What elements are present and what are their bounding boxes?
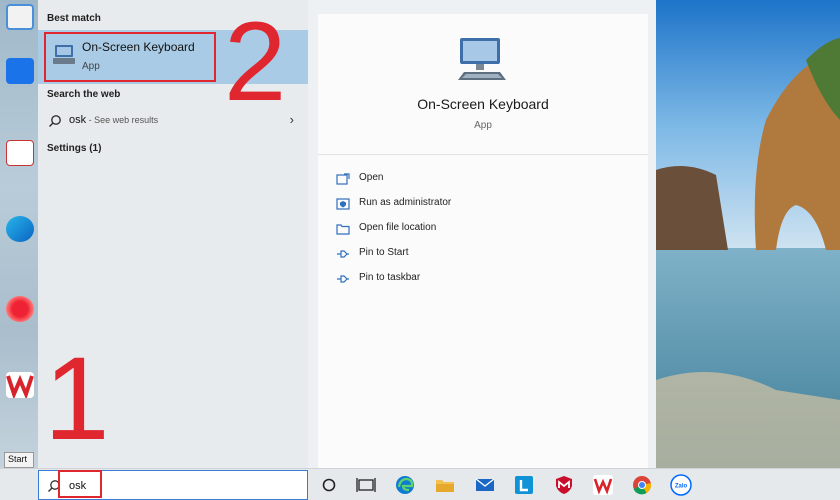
desktop-icon-teamviewer[interactable]: [6, 58, 34, 84]
mail-icon[interactable]: [474, 474, 496, 496]
pin-icon: [336, 247, 350, 259]
settings-heading[interactable]: Settings (1): [47, 143, 101, 154]
unikey-icon: [6, 140, 34, 166]
task-view-icon[interactable]: [355, 474, 377, 496]
action-pin-to-taskbar[interactable]: Pin to taskbar: [336, 270, 536, 290]
shield-icon: [336, 197, 350, 210]
taskbar: Zalo: [0, 468, 840, 500]
action-open-label: Open: [359, 172, 384, 183]
open-icon: [336, 172, 350, 185]
zalo-icon-label: Zalo: [675, 484, 688, 490]
best-match-highlight-box: [44, 32, 216, 82]
step-2-label: 2: [224, 0, 287, 124]
action-pin-to-start[interactable]: Pin to Start: [336, 245, 536, 265]
action-open-file-location[interactable]: Open file location: [336, 220, 536, 240]
cortana-icon[interactable]: [318, 474, 340, 496]
on-screen-keyboard-large-icon: [456, 36, 508, 82]
detail-subtitle: App: [474, 120, 492, 131]
search-icon: [48, 114, 62, 128]
best-match-heading: Best match: [47, 13, 101, 24]
desktop-wallpaper: [656, 0, 840, 468]
desktop-icon-unikey[interactable]: [6, 140, 34, 166]
lync-icon[interactable]: [513, 474, 535, 496]
detail-title: On-Screen Keyboard: [417, 96, 549, 112]
wps-icon[interactable]: [592, 474, 614, 496]
action-pin-to-taskbar-label: Pin to taskbar: [359, 272, 421, 283]
desktop-icon-ccleaner[interactable]: [6, 296, 34, 322]
web-result-query: osk: [69, 114, 87, 126]
chrome-shortcut-icon: [6, 4, 34, 30]
action-run-as-administrator[interactable]: Run as administrator: [336, 195, 536, 215]
ccleaner-icon: [6, 296, 34, 322]
zalo-icon[interactable]: Zalo: [670, 474, 692, 496]
chrome-icon[interactable]: [631, 474, 653, 496]
action-run-admin-label: Run as administrator: [359, 197, 452, 208]
mcafee-icon[interactable]: [553, 474, 575, 496]
desktop-icon-chrome[interactable]: [6, 4, 34, 30]
folder-icon: [336, 222, 350, 235]
file-explorer-icon[interactable]: [434, 474, 456, 496]
app-detail-pane: On-Screen Keyboard App Open Run as admin…: [318, 14, 648, 468]
search-input-highlight-box: [58, 470, 102, 498]
start-tooltip: Start: [4, 452, 34, 468]
chevron-right-icon[interactable]: ›: [290, 112, 294, 127]
search-web-heading: Search the web: [47, 89, 121, 100]
wps-desktop-icon: [6, 372, 34, 400]
desktop-icon-wps[interactable]: [6, 372, 34, 400]
web-result-text: osk - See web results: [69, 114, 158, 126]
desktop-icon-edge[interactable]: [6, 216, 34, 242]
teamviewer-icon: [6, 58, 34, 84]
edge-desktop-icon: [6, 216, 34, 242]
edge-icon[interactable]: [394, 474, 416, 496]
action-open[interactable]: Open: [336, 170, 536, 190]
action-open-file-location-label: Open file location: [359, 222, 437, 233]
step-1-label: 1: [44, 333, 110, 465]
pin-icon: [336, 272, 350, 284]
detail-divider: [318, 154, 648, 155]
desktop-left-area: [0, 0, 38, 468]
action-pin-to-start-label: Pin to Start: [359, 247, 409, 258]
web-result-hint: - See web results: [86, 115, 159, 125]
